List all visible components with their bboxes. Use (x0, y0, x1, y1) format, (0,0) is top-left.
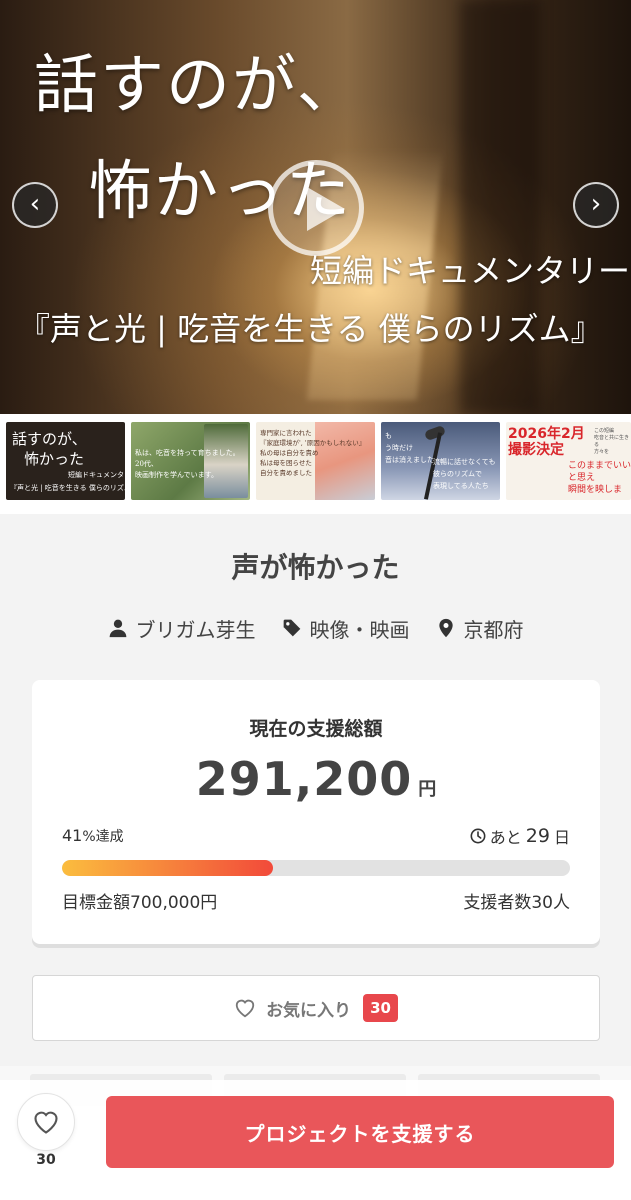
thumbnail-text: このままでいい と思え 瞬間を映しま (568, 461, 631, 495)
author-link[interactable]: ブリガム芽生 (108, 614, 256, 643)
thumbnail-5[interactable]: 2026年2月 撮影決定 この短編 吃音と共に生きる 方々を このままでいい と… (506, 422, 631, 500)
project-title: 声が怖かった (231, 551, 400, 584)
thumbnail-text: 専門家に言われた 『家庭環境が', '原因かもしれない』 私の母は自分を責め 私… (260, 429, 366, 477)
thumbnail-text: 『声と光 | 吃音を生きる 僕らのリズム』 (10, 484, 125, 492)
clock-icon (470, 828, 486, 844)
thumbnail-text: 私は、吃音を持って育ちました。 20代、 映画制作を学んでいます。 (135, 449, 240, 479)
chevron-left-icon[interactable]: ‹ (12, 182, 58, 228)
achievement-percent: 41%達成 (62, 826, 124, 846)
thumbnail-text: 話すのが、 (12, 430, 87, 448)
hero-title-line1: 話すのが、 (34, 49, 363, 123)
author-name: ブリガム芽生 (135, 617, 256, 642)
thumbnail-text: この短編 吃音と共に生きる 方々を (594, 428, 630, 455)
days-value: 29 (525, 825, 550, 847)
hero-carousel[interactable]: 話すのが、 怖かった 短編ドキュメンタリー 『声と光 | 吃音を生きる 僕らのリ… (0, 0, 631, 414)
thumbnail-3[interactable]: 専門家に言われた 『家庭環境が', '原因かもしれない』 私の母は自分を責め 私… (256, 422, 375, 500)
thumbnail-2[interactable]: 私は、吃音を持って育ちました。 20代、 映画制作を学んでいます。 (131, 422, 250, 500)
hero-subtitle-line1: 短編ドキュメンタリー (310, 252, 631, 290)
days-remaining: あと 29 日 (470, 824, 570, 848)
thumbnail-4[interactable]: も う時だけ 音は消えました 流暢に話せなくても 彼らのリズムで 表現してる人た… (381, 422, 500, 500)
shadow-column (460, 0, 540, 414)
thumbnail-text: 短編ドキュメンタリー (68, 471, 125, 479)
funding-card: 現在の支援総額 291,200 円 41%達成 あと 29 日 目標金額700,000… (32, 680, 600, 944)
location-link[interactable]: 京都府 (436, 614, 524, 643)
location-name: 京都府 (463, 617, 524, 642)
percent-suffix: %達成 (82, 829, 124, 845)
goal-amount: 目標金額700,000円 (62, 893, 218, 913)
thumbnail-text: も う時だけ 音は消えました (385, 432, 434, 464)
sticky-footer: 30 プロジェクトを支援する (0, 1080, 631, 1200)
thumbnail-strip: 話すのが、 怖かった 短編ドキュメンタリー 『声と光 | 吃音を生きる 僕らのリ… (0, 414, 631, 514)
progress-fill (62, 860, 274, 876)
heart-outline-icon (235, 999, 255, 1018)
tag-icon (283, 619, 300, 637)
support-project-button[interactable]: プロジェクトを支援する (106, 1096, 614, 1168)
heart-outline-icon (34, 1111, 58, 1134)
backer-count: 支援者数30人 (463, 893, 570, 913)
category-name: 映像・映画 (309, 617, 410, 642)
favorite-label: お気に入り (266, 1000, 352, 1021)
funding-label: 現在の支援総額 (249, 718, 383, 740)
like-button[interactable] (17, 1093, 75, 1151)
hero-subtitle-line2: 『声と光 | 吃音を生きる 僕らのリズム』 (18, 310, 603, 348)
days-unit: 日 (553, 828, 570, 847)
funding-amount-row: 291,200 円 (32, 752, 600, 806)
location-pin-icon (438, 618, 453, 638)
funding-unit: 円 (418, 779, 437, 800)
favorite-count-badge: 30 (363, 994, 398, 1022)
play-icon[interactable] (268, 160, 364, 256)
thumbnail-text: 怖かった (24, 450, 85, 468)
project-meta: ブリガム芽生 映像・映画 京都府 (0, 611, 631, 645)
thumbnail-1[interactable]: 話すのが、 怖かった 短編ドキュメンタリー 『声と光 | 吃音を生きる 僕らのリ… (6, 422, 125, 500)
days-prefix: あと (489, 828, 522, 847)
progress-bar (62, 860, 570, 876)
like-count: 30 (36, 1152, 56, 1168)
thumbnail-text: 2026年2月 撮影決定 (508, 426, 585, 458)
favorite-button[interactable]: お気に入り 30 (32, 975, 600, 1041)
chevron-right-icon[interactable]: › (573, 182, 619, 228)
user-icon (109, 619, 126, 638)
thumbnail-text: 流暢に話せなくても 彼らのリズムで 表現してる人たち (433, 458, 496, 490)
percent-value: 41 (62, 826, 83, 845)
funding-amount: 291,200 (195, 752, 413, 806)
category-link[interactable]: 映像・映画 (282, 614, 410, 643)
